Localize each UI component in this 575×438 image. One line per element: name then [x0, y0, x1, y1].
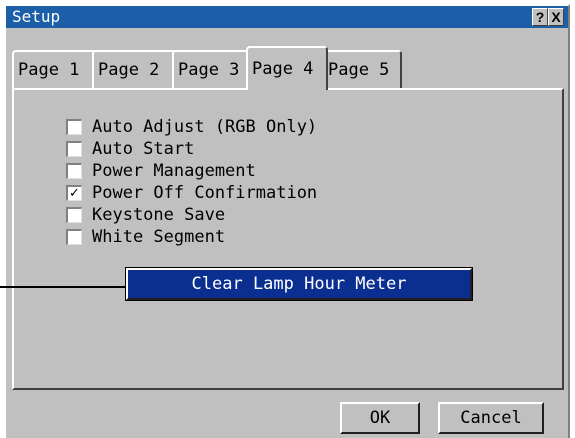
title-bar-buttons: ? X: [532, 8, 564, 26]
callout-line: [0, 286, 126, 288]
keystone-save-label: Keystone Save: [92, 205, 226, 225]
auto-adjust-label: Auto Adjust (RGB Only): [92, 117, 318, 137]
window-title: Setup: [12, 7, 61, 26]
tab-page-4[interactable]: Page 4: [246, 46, 328, 90]
ok-button[interactable]: OK: [340, 402, 420, 434]
auto-start-checkbox[interactable]: [66, 141, 82, 157]
page-4-panel: Auto Adjust (RGB Only) Auto Start Power …: [12, 88, 564, 390]
tab-page-2[interactable]: Page 2: [92, 50, 178, 88]
white-segment-label: White Segment: [92, 227, 226, 247]
tab-page-1[interactable]: Page 1: [12, 50, 98, 88]
clear-lamp-hour-meter-button[interactable]: Clear Lamp Hour Meter: [125, 267, 473, 301]
auto-start-label: Auto Start: [92, 139, 195, 159]
power-off-confirmation-label: Power Off Confirmation: [92, 183, 318, 203]
setup-dialog: Setup ? X Page 1 Page 2 Page 3 Page 4 Pa…: [4, 4, 570, 438]
power-off-confirmation-checkbox[interactable]: ✓: [66, 185, 82, 201]
power-management-checkbox[interactable]: [66, 163, 82, 179]
close-button[interactable]: X: [548, 8, 564, 26]
title-bar[interactable]: Setup ? X: [6, 6, 568, 28]
tab-page-5[interactable]: Page 5: [322, 50, 402, 88]
white-segment-checkbox[interactable]: [66, 229, 82, 245]
keystone-save-checkbox[interactable]: [66, 207, 82, 223]
auto-adjust-checkbox[interactable]: [66, 119, 82, 135]
help-button[interactable]: ?: [532, 8, 548, 26]
power-management-label: Power Management: [92, 161, 256, 181]
tab-page-3[interactable]: Page 3: [172, 50, 256, 88]
cancel-button[interactable]: Cancel: [438, 402, 544, 434]
